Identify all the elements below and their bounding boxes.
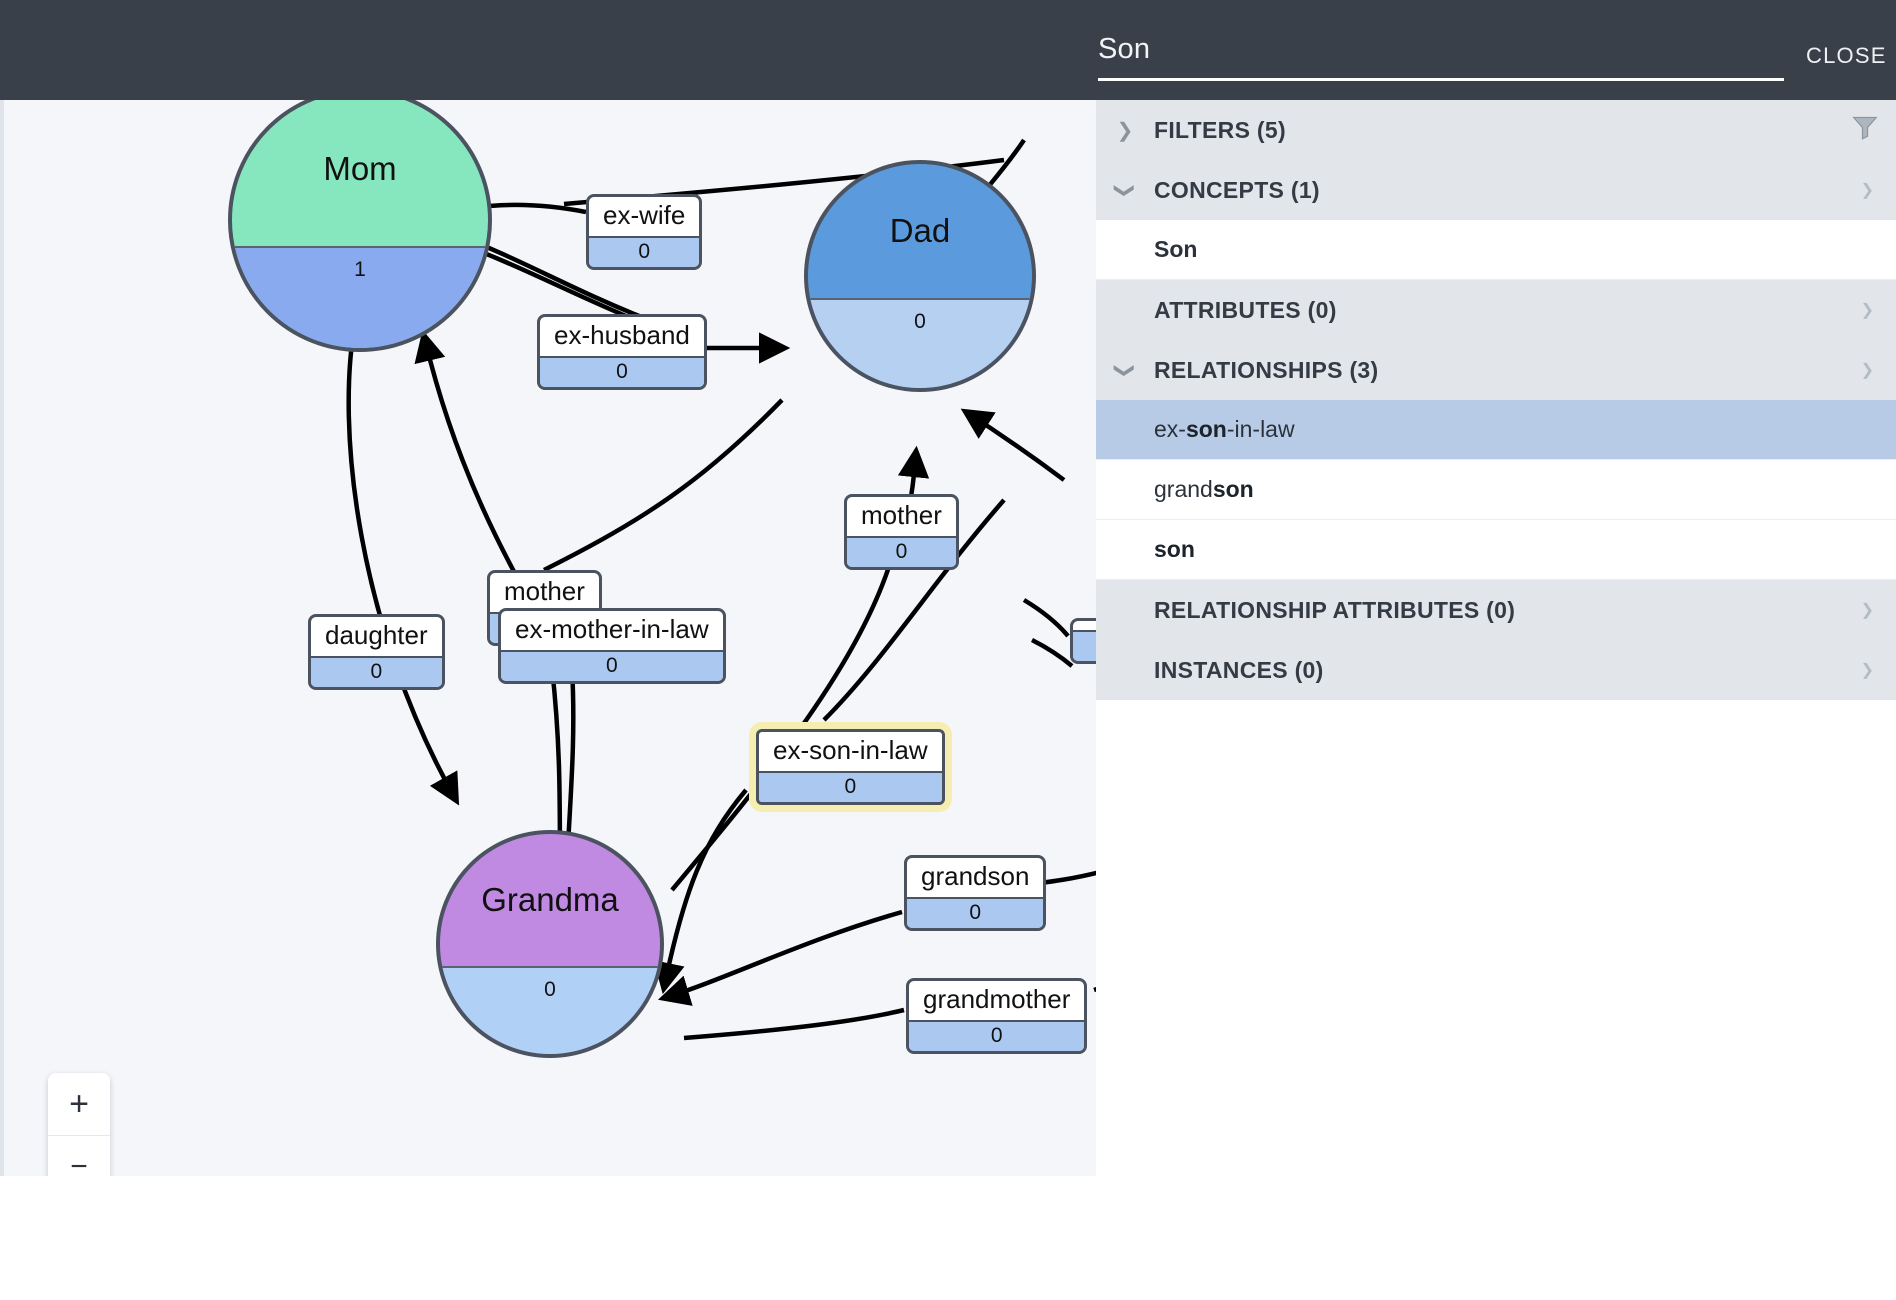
graph-node-grandma[interactable]: Grandma 0 <box>436 830 664 1058</box>
node-count: 0 <box>544 978 556 1001</box>
result-item-relationship-grandson[interactable]: grandson <box>1096 460 1896 520</box>
search-input[interactable] <box>1098 26 1784 72</box>
edge-label-count: 0 <box>907 896 1044 928</box>
edge-label-count: 0 <box>589 235 700 267</box>
edge-label-count: 0 <box>311 655 442 687</box>
edge-label-daughter[interactable]: daughter 0 <box>308 614 445 690</box>
node-label: Grandma <box>481 881 619 918</box>
edge-label-grandmother[interactable]: grandmother 0 <box>906 978 1088 1054</box>
section-label: CONCEPTS (1) <box>1154 176 1320 203</box>
node-count: 1 <box>354 257 366 281</box>
chevron-down-icon[interactable]: ❯ <box>1113 341 1138 399</box>
app-root: CLOSE <box>0 0 1896 1300</box>
section-header-instances[interactable]: INSTANCES (0) ❯ <box>1096 640 1896 700</box>
section-header-concepts[interactable]: ❯ CONCEPTS (1) ❯ <box>1096 160 1896 220</box>
section-label: ATTRIBUTES (0) <box>1154 296 1337 323</box>
result-item-label: ex-son-in-law <box>1154 416 1295 442</box>
edge-label-count: 0 <box>759 770 942 802</box>
result-item-concept-son[interactable]: Son <box>1096 220 1896 280</box>
chevron-right-icon[interactable]: ❯ <box>1861 180 1874 200</box>
search-results-panel: ❯ FILTERS (5) ❯ CONCEPTS (1) ❯ Son ATTRI… <box>1096 100 1896 1300</box>
edge-label-count: 0 <box>540 355 704 387</box>
result-item-label: son <box>1154 536 1195 562</box>
edge-label-ex-mother-in-law[interactable]: ex-mother-in-law 0 <box>498 608 726 684</box>
edge-label-count: 0 <box>501 649 723 681</box>
edge-label-text: ex-wife <box>603 200 686 230</box>
edge-label-text: mother <box>504 576 585 606</box>
node-label: Mom <box>323 149 397 187</box>
edge-label-text: ex-husband <box>554 320 690 350</box>
top-search-bar: CLOSE <box>0 0 1896 100</box>
edge-label-text: grandmother <box>923 984 1071 1014</box>
node-count: 0 <box>914 310 926 334</box>
result-item-relationship-ex-son-in-law[interactable]: ex-son-in-law <box>1096 400 1896 460</box>
edge-label-count: 0 <box>909 1019 1085 1051</box>
edge-label-text: ex-mother-in-law <box>515 614 709 644</box>
node-label: Dad <box>889 212 951 250</box>
graph-node-mom[interactable]: Mom 1 <box>228 100 492 352</box>
edge-label-grandson[interactable]: grandson 0 <box>904 855 1047 931</box>
section-label: FILTERS (5) <box>1154 116 1286 143</box>
zoom-in-button[interactable]: + <box>48 1073 110 1135</box>
section-header-attributes[interactable]: ATTRIBUTES (0) ❯ <box>1096 280 1896 340</box>
result-item-label: grandson <box>1154 476 1254 502</box>
edge-label-ex-son-in-law[interactable]: ex-son-in-law 0 <box>756 729 945 805</box>
edge-label-ex-husband[interactable]: ex-husband 0 <box>537 314 707 390</box>
panel-empty-area <box>1096 700 1896 1300</box>
chevron-right-icon[interactable]: ❯ <box>1861 600 1874 620</box>
section-label: RELATIONSHIPS (3) <box>1154 356 1379 383</box>
graph-canvas[interactable]: Mom 1 Dad 0 Grandma 0 ex-wife 0 ex-husba… <box>0 100 1100 1176</box>
close-button[interactable]: CLOSE <box>1800 42 1893 70</box>
filter-funnel-icon[interactable] <box>1850 113 1880 148</box>
chevron-down-icon[interactable]: ❯ <box>1113 161 1138 219</box>
edge-label-count: 0 <box>847 535 956 567</box>
section-header-relationship-attributes[interactable]: RELATIONSHIP ATTRIBUTES (0) ❯ <box>1096 580 1896 640</box>
edge-label-ex-wife[interactable]: ex-wife 0 <box>586 194 703 270</box>
edge-label-text: mother <box>861 500 942 530</box>
search-field-wrapper <box>1098 26 1784 81</box>
section-label: RELATIONSHIP ATTRIBUTES (0) <box>1154 596 1516 623</box>
result-item-relationship-son[interactable]: son <box>1096 520 1896 580</box>
result-item-label: Son <box>1154 236 1198 262</box>
graph-node-dad[interactable]: Dad 0 <box>804 160 1036 392</box>
section-label: INSTANCES (0) <box>1154 656 1324 683</box>
edge-label-text: grandson <box>921 861 1030 891</box>
chevron-right-icon[interactable]: ❯ <box>1096 118 1154 143</box>
chevron-right-icon[interactable]: ❯ <box>1861 660 1874 680</box>
section-header-relationships[interactable]: ❯ RELATIONSHIPS (3) ❯ <box>1096 340 1896 400</box>
zoom-out-button[interactable]: − <box>48 1135 110 1176</box>
edge-label-mother-dad[interactable]: mother 0 <box>844 494 959 570</box>
chevron-right-icon[interactable]: ❯ <box>1861 300 1874 320</box>
edge-label-text: ex-son-in-law <box>773 735 928 765</box>
edge-label-text: daughter <box>325 620 428 650</box>
section-header-filters[interactable]: ❯ FILTERS (5) <box>1096 100 1896 160</box>
zoom-controls: + − <box>48 1073 110 1176</box>
chevron-right-icon[interactable]: ❯ <box>1861 360 1874 380</box>
